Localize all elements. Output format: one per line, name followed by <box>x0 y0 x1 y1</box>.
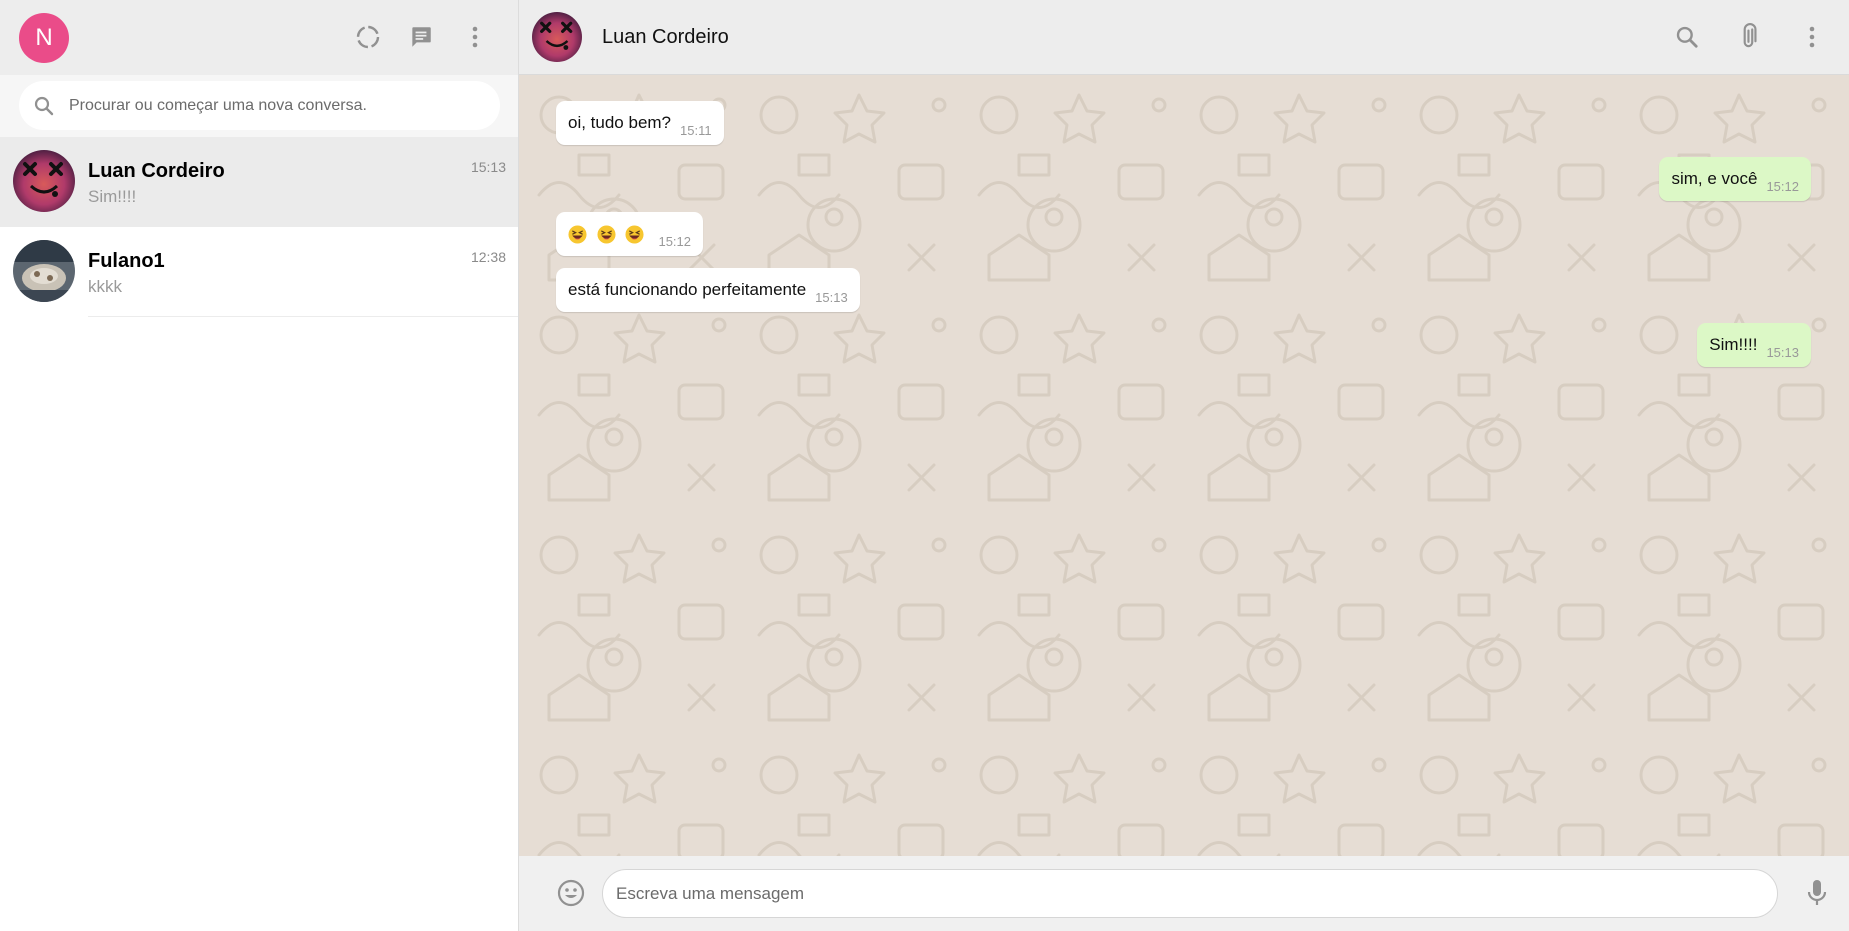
new-chat-icon <box>412 27 431 47</box>
chat-time: 15:13 <box>470 159 506 175</box>
conversation-menu-button[interactable] <box>1795 20 1829 54</box>
contact-avatar <box>13 240 75 302</box>
conversation-header: Luan Cordeiro <box>519 0 1849 75</box>
emoji-button[interactable] <box>553 875 589 911</box>
conversation-title[interactable]: Luan Cordeiro <box>602 26 729 49</box>
search-input[interactable] <box>69 93 479 119</box>
message-area[interactable]: oi, tudo bem? 15:11 sim, e você 15:12 15… <box>519 75 1849 856</box>
contact-avatar <box>13 150 75 212</box>
grinning-squint-face-icon <box>568 225 587 244</box>
chat-name: Luan Cordeiro <box>88 160 225 182</box>
search-icon <box>34 96 54 116</box>
chat-wallpaper <box>519 75 1849 856</box>
search-box <box>19 81 500 130</box>
microphone-button[interactable] <box>1802 875 1832 911</box>
menu-icon <box>472 26 478 48</box>
divider <box>88 316 518 317</box>
search-icon <box>1676 26 1698 48</box>
attach-button[interactable] <box>1732 20 1766 54</box>
new-chat-button[interactable] <box>406 21 436 53</box>
chat-time: 12:38 <box>470 249 506 265</box>
contact-avatar[interactable] <box>532 12 582 62</box>
message-time: 15:11 <box>680 122 712 138</box>
message-text: sim, e você <box>1671 169 1758 188</box>
search-bar <box>0 75 518 137</box>
message-input[interactable] <box>602 869 1778 918</box>
message-bubble-outgoing[interactable]: sim, e você 15:12 <box>1659 157 1811 201</box>
message-time: 15:12 <box>658 233 692 249</box>
conversation-search-button[interactable] <box>1670 20 1704 54</box>
message-bubble-incoming[interactable]: está funcionando perfeitamente 15:13 <box>556 268 860 312</box>
sidebar-menu-button[interactable] <box>460 21 490 53</box>
attach-icon <box>1743 23 1757 48</box>
message-bubble-incoming[interactable]: oi, tudo bem? 15:11 <box>556 101 724 145</box>
chat-list-item-luan-cordeiro[interactable]: Luan Cordeiro 15:13 Sim!!!! <box>0 137 518 227</box>
chat-list-item-fulano1[interactable]: Fulano1 12:38 kkkk <box>0 227 518 317</box>
status-icon <box>356 25 380 49</box>
message-bubble-incoming[interactable]: 15:12 <box>556 212 704 256</box>
menu-icon <box>1809 26 1815 48</box>
message-emoji-row <box>568 224 649 244</box>
chat-list: Luan Cordeiro 15:13 Sim!!!! Fulano1 12:3… <box>0 137 518 317</box>
microphone-icon <box>1807 880 1827 905</box>
grinning-squint-face-icon <box>597 225 616 244</box>
status-button[interactable] <box>353 21 383 53</box>
grinning-squint-face-icon <box>625 225 644 244</box>
user-avatar[interactable]: N <box>19 13 69 63</box>
conversation-panel: Luan Cordeiro oi, tudo bem? 15:11 sim, e… <box>519 0 1849 931</box>
message-bubble-outgoing[interactable]: Sim!!!! 15:13 <box>1697 323 1811 367</box>
message-text: oi, tudo bem? <box>568 113 672 132</box>
chat-name: Fulano1 <box>88 250 165 272</box>
message-time: 15:13 <box>815 289 848 305</box>
user-initial: N <box>35 24 53 51</box>
message-composer <box>519 856 1849 931</box>
sidebar-header: N <box>0 0 518 75</box>
chat-last-message: kkkk <box>88 277 122 296</box>
message-text: Sim!!!! <box>1709 335 1758 354</box>
message-text: está funcionando perfeitamente <box>568 280 807 299</box>
message-time: 15:13 <box>1766 344 1799 360</box>
sidebar: N Procurar ou começar uma nova conversa.… <box>0 0 519 931</box>
chat-last-message: Sim!!!! <box>88 187 137 206</box>
message-time: 15:12 <box>1766 178 1799 194</box>
emoji-icon <box>557 879 585 907</box>
